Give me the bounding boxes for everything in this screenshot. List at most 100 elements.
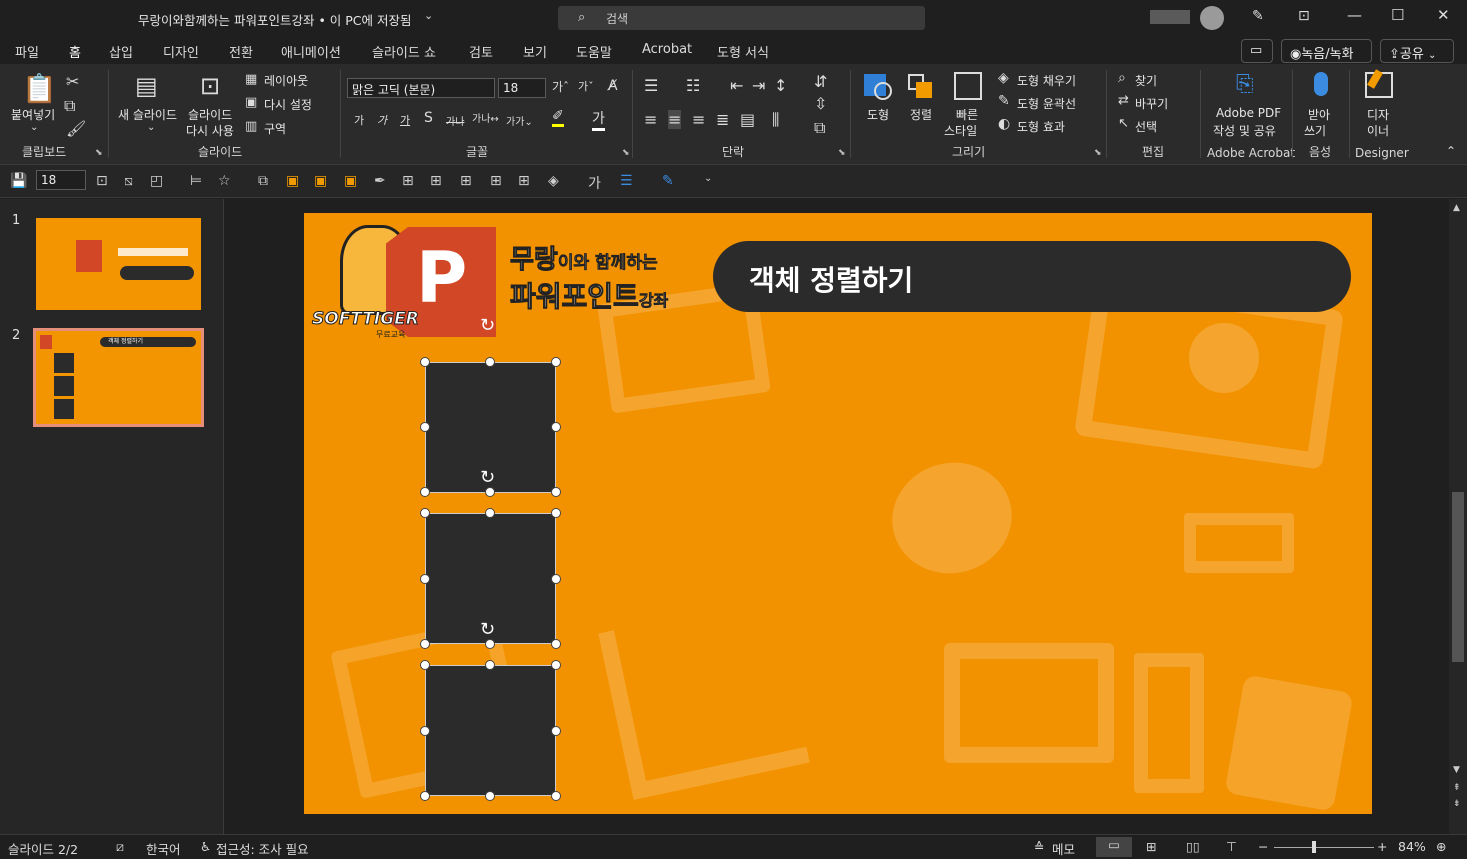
resize-handle[interactable]	[420, 487, 430, 497]
tab-home[interactable]: 홈	[68, 42, 82, 67]
textbox-icon[interactable]: ⊡	[96, 173, 108, 189]
close-button[interactable]: ✕	[1437, 6, 1450, 24]
tab-file[interactable]: 파일	[15, 42, 39, 61]
group-icon[interactable]: ⧉	[258, 173, 268, 189]
slide-thumbnail-2[interactable]: 객체 정렬하기	[33, 328, 204, 427]
dialog-launcher-icon[interactable]: ⬊	[1094, 148, 1102, 158]
cut-icon[interactable]: ✂	[66, 72, 79, 91]
resize-handle[interactable]	[485, 639, 495, 649]
shape-effects-button[interactable]: 도형 효과	[1017, 118, 1065, 135]
reading-view-icon[interactable]: ▯▯	[1186, 839, 1200, 854]
star-icon[interactable]: ☆	[218, 173, 231, 189]
char-spacing-icon[interactable]: 가나↔	[472, 110, 499, 125]
ribbon-display-icon[interactable]: ⊡	[1298, 8, 1310, 24]
record-button[interactable]: ◉녹음/녹화	[1281, 39, 1372, 63]
resize-handle[interactable]	[551, 357, 561, 367]
rotate-handle-icon[interactable]: ↻	[480, 315, 495, 336]
bring-forward-icon[interactable]: ▣	[286, 173, 299, 189]
spelling-icon[interactable]: ⧄	[116, 839, 124, 855]
tab-help[interactable]: 도움말	[576, 42, 612, 61]
resize-handle[interactable]	[485, 791, 495, 801]
zoom-level[interactable]: 84%	[1398, 839, 1426, 854]
align-h-icon[interactable]: ⊞	[460, 173, 472, 189]
chevron-down-icon[interactable]: ⌄	[424, 9, 433, 22]
underline-icon[interactable]: 가	[400, 112, 410, 128]
line-weight-icon[interactable]: ☰	[620, 173, 633, 189]
slide-sorter-icon[interactable]: ⊞	[1146, 839, 1156, 854]
dialog-launcher-icon[interactable]: ⬊	[95, 148, 103, 158]
shadow-icon[interactable]: S	[424, 110, 433, 126]
slideshow-icon[interactable]: ⊤	[1226, 839, 1237, 854]
avatar[interactable]	[1200, 6, 1224, 30]
shape-outline-button[interactable]: 도형 윤곽선	[1017, 95, 1076, 112]
increase-indent-icon[interactable]: ⇥	[752, 76, 765, 95]
resize-handle[interactable]	[551, 422, 561, 432]
grid-icon[interactable]: ⊞	[402, 173, 414, 189]
change-case-icon[interactable]: 가가⌄	[506, 113, 533, 128]
resize-handle[interactable]	[420, 357, 430, 367]
copy-icon[interactable]: ⧉	[64, 96, 75, 116]
create-pdf-line1[interactable]: Adobe PDF	[1216, 106, 1281, 120]
resize-handle[interactable]	[485, 660, 495, 670]
tab-view[interactable]: 보기	[523, 42, 547, 61]
quick-styles-line2[interactable]: 스타일	[944, 122, 977, 139]
tab-review[interactable]: 검토	[469, 42, 493, 61]
scroll-up-icon[interactable]: ▲	[1453, 203, 1460, 213]
designer-line2[interactable]: 이너	[1367, 122, 1389, 139]
chevron-down-icon[interactable]: ⌄	[147, 122, 155, 133]
distributed-icon[interactable]: ▤	[740, 110, 755, 129]
reset-button[interactable]: 다시 설정	[264, 96, 312, 113]
font-color-icon[interactable]: 가	[592, 108, 605, 131]
notes-button[interactable]: 메모	[1052, 839, 1075, 858]
tab-shape-format[interactable]: 도형 서식	[717, 42, 769, 61]
shape-button[interactable]: 도형	[867, 106, 889, 123]
shape-fill-button[interactable]: 도형 채우기	[1017, 72, 1076, 89]
replace-button[interactable]: 바꾸기	[1135, 95, 1168, 112]
fill-bucket-icon[interactable]: ◈	[548, 173, 559, 189]
rotate-handle-icon[interactable]: ↻	[480, 467, 495, 488]
bullets-icon[interactable]: ☰	[644, 76, 658, 95]
scroll-thumb[interactable]	[1452, 492, 1464, 662]
align-right-icon[interactable]: ≡	[692, 110, 705, 129]
dialog-launcher-icon[interactable]: ⬊	[838, 148, 846, 158]
rotate-handle-icon[interactable]: ↻	[480, 619, 495, 640]
customize-qat-icon[interactable]: ⌄	[704, 173, 712, 184]
italic-icon[interactable]: 가	[377, 112, 387, 128]
tab-animations[interactable]: 애니메이션	[281, 42, 341, 61]
font-color-icon[interactable]: 가	[588, 173, 601, 193]
resize-handle[interactable]	[551, 487, 561, 497]
pen-icon[interactable]: ✎	[1252, 8, 1264, 24]
tab-insert[interactable]: 삽입	[109, 42, 133, 61]
resize-handle[interactable]	[485, 508, 495, 518]
resize-handle[interactable]	[551, 660, 561, 670]
clear-format-icon[interactable]: A̸	[608, 78, 618, 94]
designer-line1[interactable]: 디자	[1367, 106, 1389, 123]
eyedropper-icon[interactable]: ✒	[374, 173, 386, 189]
previous-slide-icon[interactable]: ⇞	[1453, 783, 1461, 793]
find-button[interactable]: 찾기	[1135, 72, 1157, 89]
resize-handle[interactable]	[420, 508, 430, 518]
dictate-line2[interactable]: 쓰기	[1304, 122, 1326, 139]
language-indicator[interactable]: 한국어	[146, 839, 181, 858]
bring-front-icon[interactable]: ▣	[314, 173, 327, 189]
resize-handle[interactable]	[420, 726, 430, 736]
slide-thumbnail-1[interactable]	[36, 218, 201, 310]
minimize-button[interactable]: —	[1347, 6, 1362, 24]
resize-handle[interactable]	[551, 574, 561, 584]
resize-handle[interactable]	[420, 791, 430, 801]
format-painter-icon[interactable]: 🖌	[66, 119, 86, 138]
resize-handle[interactable]	[551, 726, 561, 736]
maximize-button[interactable]: ☐	[1391, 6, 1404, 24]
accessibility-status[interactable]: 접근성: 조사 필요	[216, 839, 309, 858]
dialog-launcher-icon[interactable]: ⬊	[622, 148, 630, 158]
align-icon[interactable]: ⊨	[190, 173, 202, 189]
resize-handle[interactable]	[420, 574, 430, 584]
align-left-icon[interactable]: ≡	[644, 110, 657, 129]
chevron-down-icon[interactable]: ⌄	[30, 122, 38, 133]
next-slide-icon[interactable]: ⇟	[1453, 799, 1461, 809]
collapse-ribbon-icon[interactable]: ⌃	[1446, 144, 1456, 158]
share-button[interactable]: ⇪공유 ⌄	[1380, 39, 1454, 63]
outline-color-icon[interactable]: ✎	[662, 173, 674, 189]
quick-styles-line1[interactable]: 빠른	[956, 106, 978, 123]
reuse-slides-line1[interactable]: 슬라이드	[188, 106, 232, 123]
